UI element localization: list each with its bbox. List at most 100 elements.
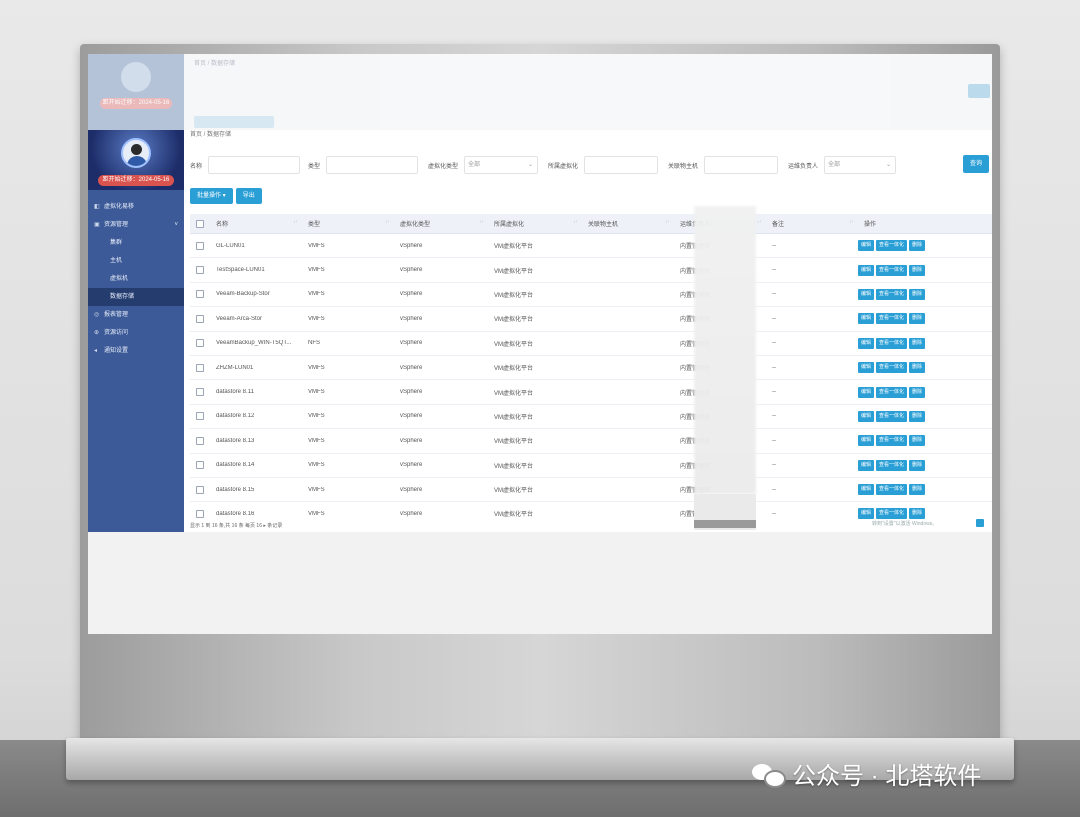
sidebar-item-label: 报表管理 <box>104 312 129 318</box>
column-header[interactable]: 类型 ↓↑ <box>302 219 394 228</box>
owner-select[interactable]: 全部 ⌄ <box>824 156 896 174</box>
row-checkbox[interactable] <box>196 241 204 250</box>
table-cell: -- <box>772 364 776 371</box>
row-checkbox[interactable] <box>196 388 204 397</box>
edit-button[interactable]: 编辑 <box>858 337 875 349</box>
delete-button[interactable]: 删除 <box>909 484 926 496</box>
sidebar-item-4[interactable]: 虚拟机 <box>88 270 184 288</box>
sort-icon[interactable]: ↓↑ <box>293 219 298 225</box>
view-button[interactable]: 查看一体化 <box>876 435 908 447</box>
table-cell: GL-LUN01 <box>216 242 245 249</box>
view-button[interactable]: 查看一体化 <box>876 459 908 471</box>
table-cell: NFS <box>308 340 320 347</box>
edit-button[interactable]: 编辑 <box>858 508 875 520</box>
view-button[interactable]: 查看一体化 <box>876 386 908 398</box>
delete-button[interactable]: 删除 <box>909 313 926 325</box>
column-header[interactable]: 名称 ↓↑ <box>210 219 302 228</box>
batch-actions-button[interactable]: 批量操作 ▾ <box>190 188 233 204</box>
view-button[interactable]: 查看一体化 <box>876 484 908 496</box>
row-checkbox[interactable] <box>196 266 204 275</box>
view-button[interactable]: 查看一体化 <box>876 313 908 325</box>
name-input[interactable] <box>208 156 300 174</box>
sort-icon[interactable]: ↓↑ <box>385 219 390 225</box>
export-button[interactable]: 导出 <box>235 188 262 204</box>
sidebar-item-7[interactable]: ⊕ 资源访问 <box>88 324 184 342</box>
sidebar-item-6[interactable]: ◎ 报表管理 <box>88 306 184 324</box>
sort-icon[interactable]: ↓↑ <box>573 219 578 225</box>
edit-button[interactable]: 编辑 <box>858 264 875 276</box>
edit-button[interactable]: 编辑 <box>858 313 875 325</box>
delete-button[interactable]: 删除 <box>909 264 926 276</box>
delete-button[interactable]: 删除 <box>909 508 926 520</box>
view-button[interactable]: 查看一体化 <box>876 508 908 520</box>
ghost-overlay: 距开始迁移：2024-05-16 首页 / 数据存储 <box>88 54 992 130</box>
edit-button[interactable]: 编辑 <box>858 484 875 496</box>
search-button[interactable]: 查询 <box>963 155 989 173</box>
row-checkbox[interactable] <box>196 436 204 445</box>
sidebar-item-5[interactable]: 数据存储 <box>88 288 184 306</box>
row-actions: 编辑 查看一体化 删除 <box>858 362 992 374</box>
table-cell: Veeam-Arca-Stor <box>216 315 263 322</box>
sidebar-item-label: 通知设置 <box>104 348 129 354</box>
edit-button[interactable]: 编辑 <box>858 386 875 398</box>
edit-button[interactable]: 编辑 <box>858 240 875 252</box>
sidebar-item-2[interactable]: 集群 <box>88 234 184 252</box>
select-all-checkbox[interactable] <box>196 219 204 228</box>
sidebar-item-3[interactable]: 主机 <box>88 252 184 270</box>
host-input[interactable] <box>704 156 778 174</box>
column-header[interactable]: 所属虚拟化 ↓↑ <box>488 219 582 228</box>
row-checkbox[interactable] <box>196 509 204 518</box>
sidebar-item-8[interactable]: ◂ 通知设置 <box>88 342 184 360</box>
column-header[interactable]: 操作 <box>858 219 992 228</box>
row-checkbox[interactable] <box>196 485 204 494</box>
monitor-screen: 距开始迁移：2024-05-16 首页 / 数据存储 距开始迁移：2024-05… <box>88 54 992 634</box>
platform-input[interactable] <box>584 156 658 174</box>
row-checkbox[interactable] <box>196 461 204 470</box>
row-checkbox[interactable] <box>196 363 204 372</box>
platform-type-select[interactable]: 全部 ⌄ <box>464 156 538 174</box>
view-button[interactable]: 查看一体化 <box>876 264 908 276</box>
scroll-top-button[interactable] <box>976 519 984 527</box>
type-input[interactable] <box>326 156 418 174</box>
row-checkbox[interactable] <box>196 339 204 348</box>
row-actions: 编辑 查看一体化 删除 <box>858 484 992 496</box>
table-cell: VM虚拟化平台 <box>494 244 534 251</box>
edit-button[interactable]: 编辑 <box>858 410 875 422</box>
edit-button[interactable]: 编辑 <box>858 362 875 374</box>
view-button[interactable]: 查看一体化 <box>876 288 908 300</box>
view-button[interactable]: 查看一体化 <box>876 362 908 374</box>
delete-button[interactable]: 删除 <box>909 337 926 349</box>
sidebar-item-1[interactable]: ▣ 资源管理 ˅ <box>88 216 184 234</box>
table-cell: VMFS <box>308 315 325 322</box>
row-checkbox[interactable] <box>196 314 204 323</box>
view-button[interactable]: 查看一体化 <box>876 337 908 349</box>
row-actions: 编辑 查看一体化 删除 <box>858 459 992 471</box>
row-checkbox[interactable] <box>196 412 204 421</box>
sort-icon[interactable]: ↓↑ <box>665 219 670 225</box>
edit-button[interactable]: 编辑 <box>858 459 875 471</box>
view-button[interactable]: 查看一体化 <box>876 410 908 422</box>
wechat-watermark: 公众号 · 北塔软件 <box>752 756 981 791</box>
column-header[interactable]: 虚拟化类型 ↓↑ <box>394 219 488 228</box>
row-checkbox[interactable] <box>196 290 204 299</box>
delete-button[interactable]: 删除 <box>909 240 926 252</box>
column-header[interactable]: 备注 ↓↑ <box>766 219 858 228</box>
table-cell: datastore 8.16 <box>216 510 255 517</box>
table-cell: vSphere <box>400 462 423 469</box>
table-row: TestSpace-LUN01VMFSvSphereVM虚拟化平台内置管理员--… <box>190 258 992 283</box>
delete-button[interactable]: 删除 <box>909 288 926 300</box>
delete-button[interactable]: 删除 <box>909 459 926 471</box>
edit-button[interactable]: 编辑 <box>858 288 875 300</box>
delete-button[interactable]: 删除 <box>909 435 926 447</box>
avatar[interactable] <box>121 138 151 168</box>
view-button[interactable]: 查看一体化 <box>876 240 908 252</box>
sort-icon[interactable]: ↓↑ <box>479 219 484 225</box>
delete-button[interactable]: 删除 <box>909 410 926 422</box>
column-header[interactable]: 关联物主机 ↓↑ <box>582 219 674 228</box>
edit-button[interactable]: 编辑 <box>858 435 875 447</box>
sort-icon[interactable]: ↓↑ <box>849 219 854 225</box>
sort-icon[interactable]: ↓↑ <box>757 219 762 225</box>
delete-button[interactable]: 删除 <box>909 386 926 398</box>
delete-button[interactable]: 删除 <box>909 362 926 374</box>
sidebar-item-0[interactable]: ◧ 虚拟化易移 <box>88 198 184 216</box>
